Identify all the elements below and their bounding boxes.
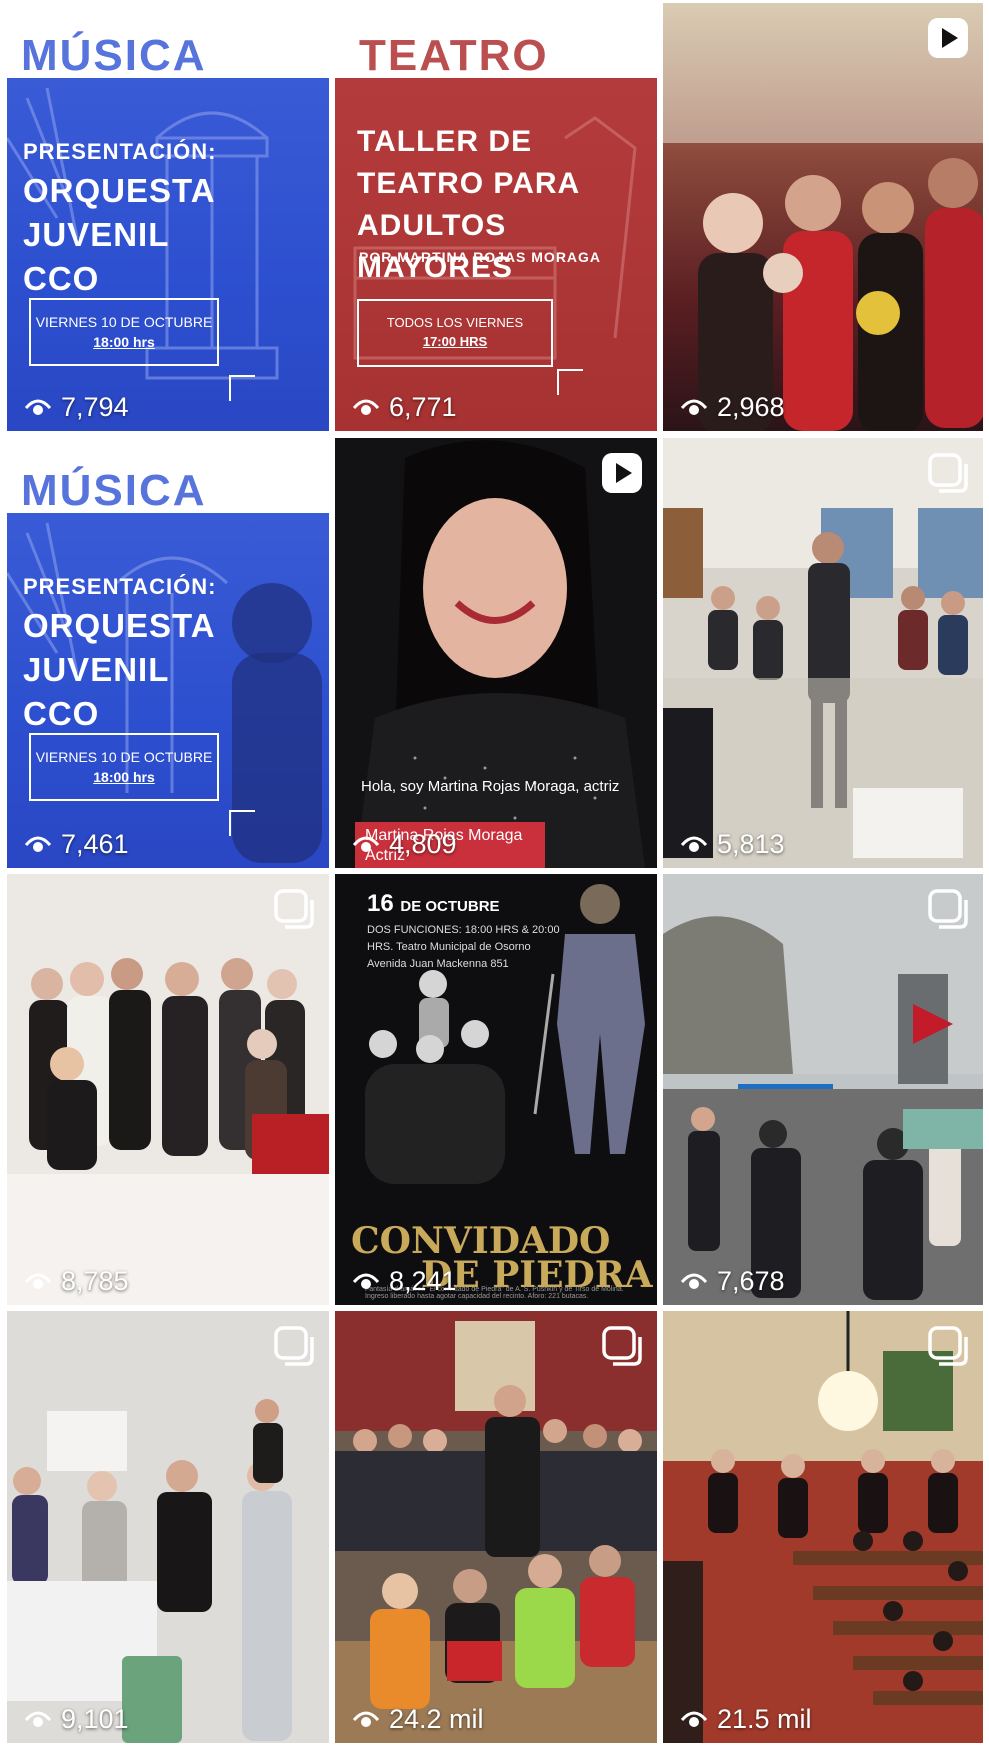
workshop-photo <box>7 1399 292 1743</box>
carousel-icon <box>602 18 642 58</box>
event-time: 17:00 HRS <box>422 334 488 349</box>
view-count-value: 8,241 <box>389 1266 457 1296</box>
poster-title: ORQUESTA JUVENIL CCO <box>23 172 215 297</box>
grid-tile-3[interactable]: 2,968 <box>663 3 983 431</box>
concert-hall-photo <box>663 438 983 868</box>
view-count-value: 24.2 mil <box>389 1704 484 1734</box>
poster-title-line1: CONVIDADO <box>351 1220 611 1262</box>
group-photo <box>335 1311 657 1743</box>
view-count: 4,809 <box>353 829 457 860</box>
portrait-photo <box>355 440 645 868</box>
event-date: VIERNES 10 DE OCTUBRE <box>35 749 213 765</box>
group-photo <box>7 958 329 1305</box>
event-time: 18:00 hrs <box>93 769 155 785</box>
grid-tile-12[interactable]: 21.5 mil <box>663 1311 983 1743</box>
eye-icon <box>25 1711 51 1727</box>
view-count-value: 21.5 mil <box>717 1704 812 1734</box>
view-count-value: 5,813 <box>717 829 785 859</box>
grid-tile-1[interactable]: MÚSICA PRESENTACIÓN: ORQUESTA JUVENIL CC… <box>7 3 329 431</box>
view-count-value: 7,678 <box>717 1266 785 1296</box>
group-photo <box>663 3 983 431</box>
carousel-icon <box>602 1326 642 1366</box>
view-count: 7,678 <box>681 1266 785 1297</box>
eye-icon <box>25 399 51 415</box>
eye-icon <box>681 836 707 852</box>
grid-tile-11[interactable]: 24.2 mil <box>335 1311 657 1743</box>
view-count-value: 9,101 <box>61 1704 129 1734</box>
category-label: TEATRO <box>359 31 549 80</box>
grid-tile-2[interactable]: TEATRO TALLER DE TEATRO PARA ADULTOS MAY… <box>335 3 657 431</box>
view-count: 24.2 mil <box>353 1704 484 1735</box>
view-count: 9,101 <box>25 1704 129 1735</box>
grid-tile-6[interactable]: 5,813 <box>663 438 983 868</box>
eye-icon <box>353 836 379 852</box>
date-box: VIERNES 10 DE OCTUBRE 18:00 hrs <box>29 733 219 801</box>
corner-bracket <box>229 810 255 836</box>
grid-tile-9[interactable]: 7,678 <box>663 874 983 1305</box>
event-date: TODOS LOS VIERNES <box>386 315 524 330</box>
church-concert-photo <box>663 1311 983 1743</box>
corner-bracket <box>229 375 255 401</box>
view-count: 6,771 <box>353 392 457 423</box>
carousel-icon <box>928 1326 968 1366</box>
date-box: TODOS LOS VIERNES 17:00 HRS <box>357 299 553 367</box>
view-count-value: 8,785 <box>61 1266 129 1296</box>
eye-icon <box>353 399 379 415</box>
carousel-icon <box>928 453 968 493</box>
eye-icon <box>681 1711 707 1727</box>
eye-icon <box>681 399 707 415</box>
eye-icon <box>25 836 51 852</box>
event-time: 18:00 hrs <box>93 334 155 350</box>
view-count-value: 7,794 <box>61 392 129 422</box>
video-caption: Hola, soy Martina Rojas Moraga, actriz <box>361 778 620 795</box>
view-count-value: 4,809 <box>389 829 457 859</box>
view-count-value: 7,461 <box>61 829 129 859</box>
view-count-value: 2,968 <box>717 392 785 422</box>
play-icon <box>928 18 968 58</box>
carousel-icon <box>274 1326 314 1366</box>
event-date: VIERNES 10 DE OCTUBRE <box>35 314 213 330</box>
poster-kicker: PRESENTACIÓN: <box>23 139 217 164</box>
view-count: 5,813 <box>681 829 785 860</box>
carousel-icon <box>274 18 314 58</box>
eye-icon <box>25 1273 51 1289</box>
view-count-value: 6,771 <box>389 392 457 422</box>
view-count: 2,968 <box>681 392 785 423</box>
view-count: 21.5 mil <box>681 1704 812 1735</box>
grid-tile-8[interactable]: 16 DE OCTUBRE DOS FUNCIONES: 18:00 HRS &… <box>335 874 657 1305</box>
poster-title: ORQUESTA JUVENIL CCO <box>23 607 215 732</box>
street-parade-photo <box>663 874 983 1305</box>
poster-subtitle: POR MARTINA ROJAS MORAGA <box>359 249 602 265</box>
view-count: 8,785 <box>25 1266 129 1297</box>
carousel-icon <box>274 453 314 493</box>
eye-icon <box>353 1711 379 1727</box>
eye-icon <box>353 1273 379 1289</box>
poster-kicker: PRESENTACIÓN: <box>23 574 217 599</box>
grid-tile-7[interactable]: 8,785 <box>7 874 329 1305</box>
view-count: 8,241 <box>353 1266 457 1297</box>
play-icon <box>602 453 642 493</box>
eye-icon <box>681 1273 707 1289</box>
view-count: 7,461 <box>25 829 129 860</box>
view-count: 7,794 <box>25 392 129 423</box>
grid-tile-10[interactable]: 9,101 <box>7 1311 329 1743</box>
carousel-icon <box>928 889 968 929</box>
category-label: MÚSICA <box>21 31 207 80</box>
category-label: MÚSICA <box>21 466 207 515</box>
corner-bracket <box>557 369 583 395</box>
date-box: VIERNES 10 DE OCTUBRE 18:00 hrs <box>29 298 219 366</box>
carousel-icon <box>274 889 314 929</box>
grid-tile-4[interactable]: MÚSICA PRESENTACIÓN: ORQUESTA JUVENIL CC… <box>7 438 329 868</box>
grid-tile-5[interactable]: Hola, soy Martina Rojas Moraga, actriz M… <box>335 438 657 868</box>
